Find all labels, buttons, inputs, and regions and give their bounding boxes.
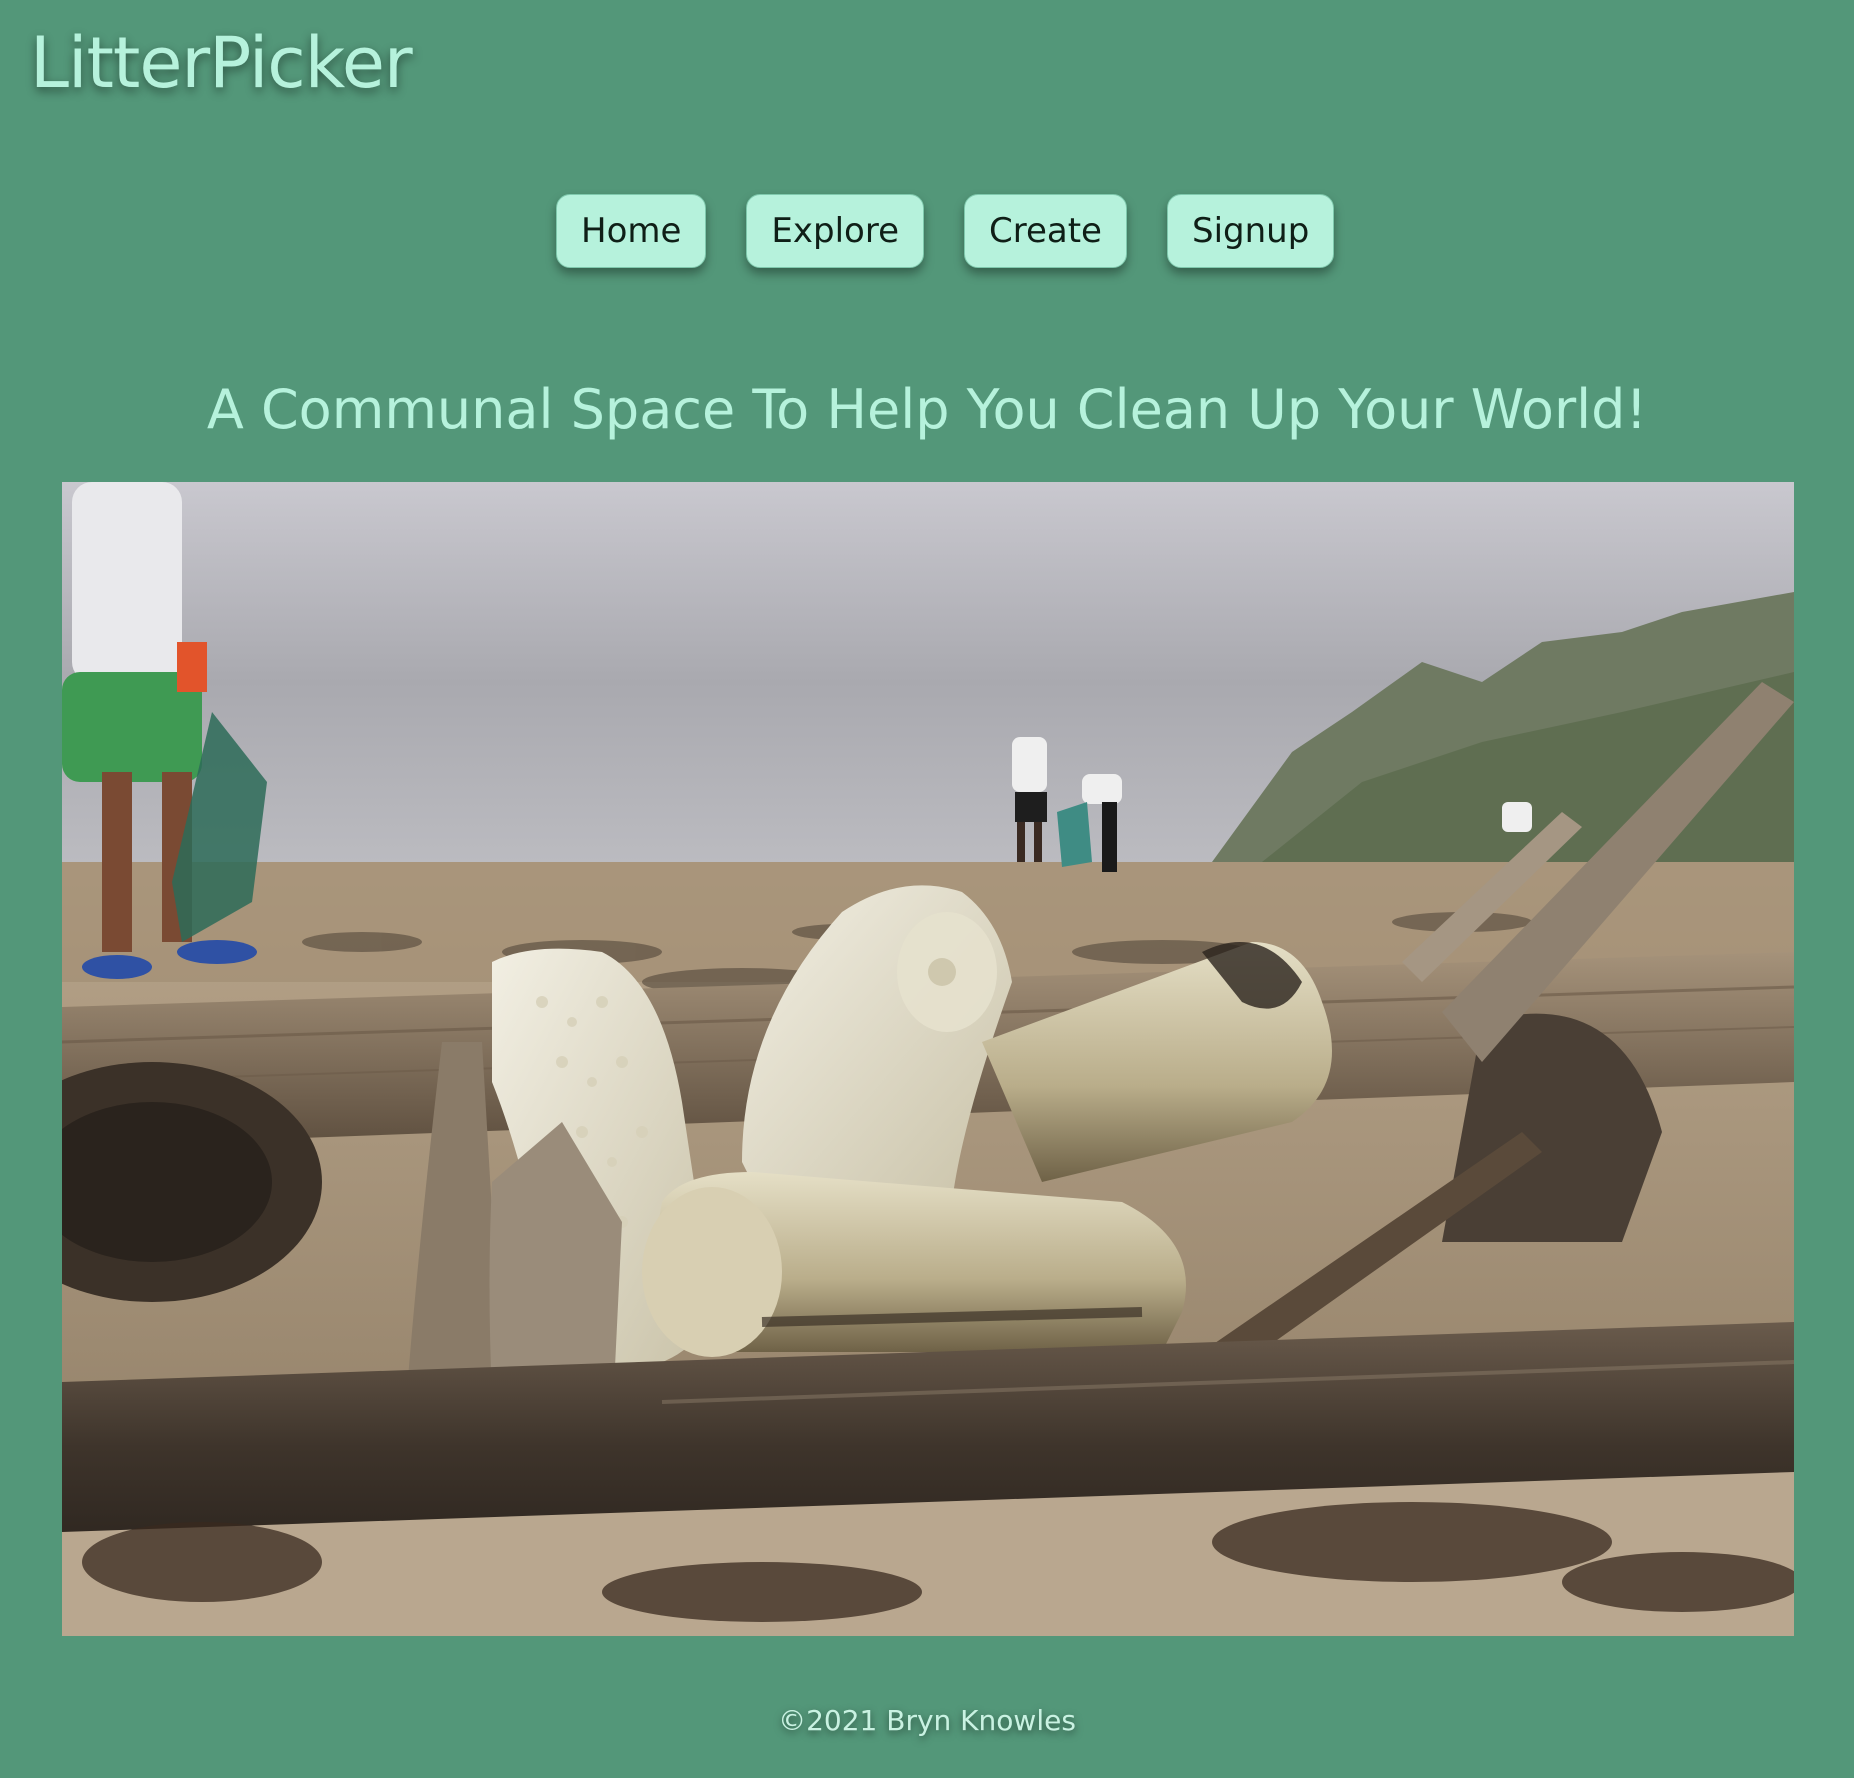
nav-signup-button[interactable]: Signup bbox=[1166, 194, 1335, 268]
site-logo-title[interactable]: LitterPicker bbox=[30, 28, 413, 98]
main-nav: Home Explore Create Signup bbox=[556, 194, 1335, 268]
hero-image-beach-cleanup bbox=[62, 482, 1794, 1636]
nav-home-button[interactable]: Home bbox=[556, 194, 707, 268]
nav-explore-button[interactable]: Explore bbox=[746, 194, 924, 268]
page-headline: A Communal Space To Help You Clean Up Yo… bbox=[206, 378, 1648, 441]
nav-create-button[interactable]: Create bbox=[964, 194, 1127, 268]
footer-copyright: ©2021 Bryn Knowles bbox=[778, 1704, 1076, 1737]
